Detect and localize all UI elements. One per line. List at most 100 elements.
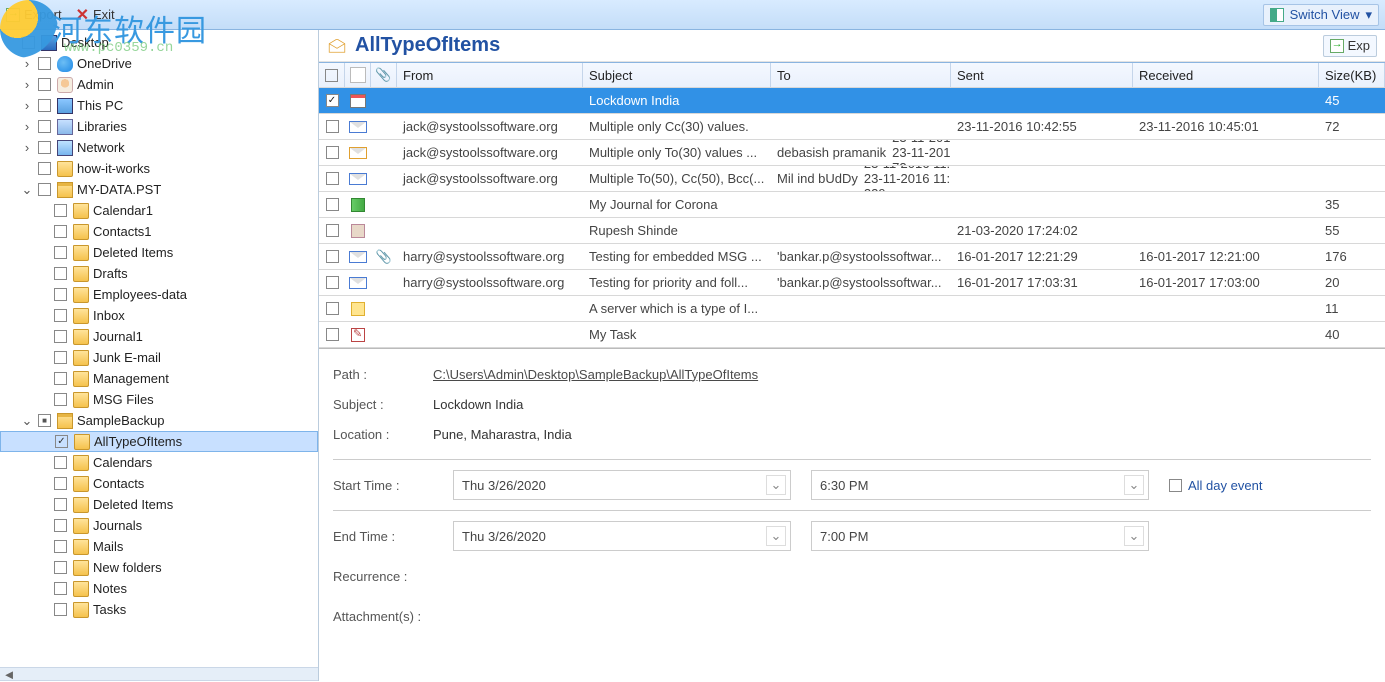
scroll-left-icon[interactable]: ◄ [0,667,18,682]
tree-item-inbox[interactable]: Inbox [0,305,318,326]
grid-row[interactable]: Rupesh Shinde21-03-2020 17:24:0255 [319,218,1385,244]
row-checkbox[interactable] [319,114,345,139]
grid-row[interactable]: A server which is a type of I...11 [319,296,1385,322]
end-date-dropdown[interactable]: Thu 3/26/2020⌄ [453,521,791,551]
tree-checkbox[interactable] [55,435,68,448]
tree-checkbox[interactable] [38,183,51,196]
grid-row[interactable]: jack@systoolssoftware.orgMultiple To(50)… [319,166,1385,192]
tree-item-notes[interactable]: Notes [0,578,318,599]
tree-item-my-data-pst[interactable]: ⌄MY-DATA.PST [0,179,318,200]
tree-item-samplebackup[interactable]: ⌄SampleBackup [0,410,318,431]
tree-checkbox[interactable] [38,141,51,154]
tree-item-management[interactable]: Management [0,368,318,389]
col-sent[interactable]: Sent [951,63,1133,87]
tree-checkbox[interactable] [54,477,67,490]
tree-checkbox[interactable] [54,330,67,343]
tree-toggle-icon[interactable]: ⌄ [20,182,34,198]
tree-item-contacts1[interactable]: Contacts1 [0,221,318,242]
tree-item-onedrive[interactable]: ›OneDrive [0,53,318,74]
tree-item-deleted-items[interactable]: Deleted Items [0,242,318,263]
tree-checkbox[interactable] [54,393,67,406]
grid-row[interactable]: My Journal for Corona35 [319,192,1385,218]
tree-item-employees-data[interactable]: Employees-data [0,284,318,305]
path-value[interactable]: C:\Users\Admin\Desktop\SampleBackup\AllT… [433,367,758,382]
tree-toggle-icon[interactable]: › [20,56,34,71]
tree-toggle-icon[interactable]: › [20,140,34,155]
row-checkbox[interactable] [319,218,345,243]
grid-row[interactable]: jack@systoolssoftware.orgMultiple only T… [319,140,1385,166]
tree-checkbox[interactable] [38,414,51,427]
tree-checkbox[interactable] [54,204,67,217]
grid-row[interactable]: Lockdown India45 [319,88,1385,114]
tree-item-contacts[interactable]: Contacts [0,473,318,494]
tree-item-mails[interactable]: Mails [0,536,318,557]
tree-item-libraries[interactable]: ›Libraries [0,116,318,137]
tree-toggle-icon[interactable]: ⌄ [20,413,34,429]
tree-toggle-icon[interactable]: › [20,77,34,92]
tree-checkbox[interactable] [38,162,51,175]
tree-item-this-pc[interactable]: ›This PC [0,95,318,116]
row-checkbox[interactable] [319,192,345,217]
tree-item-network[interactable]: ›Network [0,137,318,158]
row-checkbox[interactable] [319,244,345,269]
row-checkbox[interactable] [319,88,345,113]
tree-checkbox[interactable] [54,372,67,385]
switch-view-button[interactable]: Switch View ▾ [1263,4,1379,26]
tree-checkbox[interactable] [54,582,67,595]
grid-row[interactable]: harry@systoolssoftware.orgTesting for pr… [319,270,1385,296]
col-from[interactable]: From [397,63,583,87]
col-check[interactable] [319,63,345,87]
grid-row[interactable]: My Task40 [319,322,1385,348]
tree-checkbox[interactable] [54,540,67,553]
end-time-dropdown[interactable]: 7:00 PM⌄ [811,521,1149,551]
tree-item-calendars[interactable]: Calendars [0,452,318,473]
row-checkbox[interactable] [319,166,345,191]
tree-toggle-icon[interactable]: › [20,98,34,113]
tree-checkbox[interactable] [54,561,67,574]
tree-item-deleted-items[interactable]: Deleted Items [0,494,318,515]
tree-checkbox[interactable] [54,519,67,532]
tree-checkbox[interactable] [54,456,67,469]
tree-toggle-icon[interactable]: › [20,119,34,134]
tree-item-calendar1[interactable]: Calendar1 [0,200,318,221]
row-checkbox[interactable] [319,322,345,347]
tree-item-drafts[interactable]: Drafts [0,263,318,284]
tree-checkbox[interactable] [38,99,51,112]
tree-item-journals[interactable]: Journals [0,515,318,536]
tree-checkbox[interactable] [54,225,67,238]
exit-button[interactable]: ✕ Exit [76,5,115,25]
tree-item-desktop[interactable]: Desktop [0,32,318,53]
tree-item-new-folders[interactable]: New folders [0,557,318,578]
tree-item-alltypeofitems[interactable]: AllTypeOfItems [0,431,318,452]
tree-checkbox[interactable] [54,246,67,259]
start-time-dropdown[interactable]: 6:30 PM⌄ [811,470,1149,500]
tree-checkbox[interactable] [54,267,67,280]
row-checkbox[interactable] [319,296,345,321]
grid-row[interactable]: jack@systoolssoftware.orgMultiple only C… [319,114,1385,140]
tree-checkbox[interactable] [54,309,67,322]
tree-checkbox[interactable] [38,57,51,70]
tree-checkbox[interactable] [54,288,67,301]
tree-checkbox[interactable] [38,120,51,133]
tree-item-msg-files[interactable]: MSG Files [0,389,318,410]
tree-checkbox[interactable] [54,351,67,364]
tree-checkbox[interactable] [54,603,67,616]
tree-item-admin[interactable]: ›Admin [0,74,318,95]
col-subject[interactable]: Subject [583,63,771,87]
tree-checkbox[interactable] [38,78,51,91]
all-day-checkbox[interactable]: All day event [1169,478,1262,493]
tree-item-how-it-works[interactable]: how-it-works [0,158,318,179]
col-received[interactable]: Received [1133,63,1319,87]
grid-row[interactable]: 📎harry@systoolssoftware.orgTesting for e… [319,244,1385,270]
col-attachment[interactable]: 📎 [371,63,397,87]
col-size[interactable]: Size(KB) [1319,63,1385,87]
tree-checkbox[interactable] [22,36,35,49]
tree-item-junk-e-mail[interactable]: Junk E-mail [0,347,318,368]
tree-item-journal1[interactable]: Journal1 [0,326,318,347]
export-panel-button[interactable]: Exp [1323,35,1377,57]
tree-scroll-bar[interactable]: ◄ [0,667,318,681]
start-date-dropdown[interactable]: Thu 3/26/2020⌄ [453,470,791,500]
tree-checkbox[interactable] [54,498,67,511]
row-checkbox[interactable] [319,270,345,295]
col-type[interactable] [345,63,371,87]
